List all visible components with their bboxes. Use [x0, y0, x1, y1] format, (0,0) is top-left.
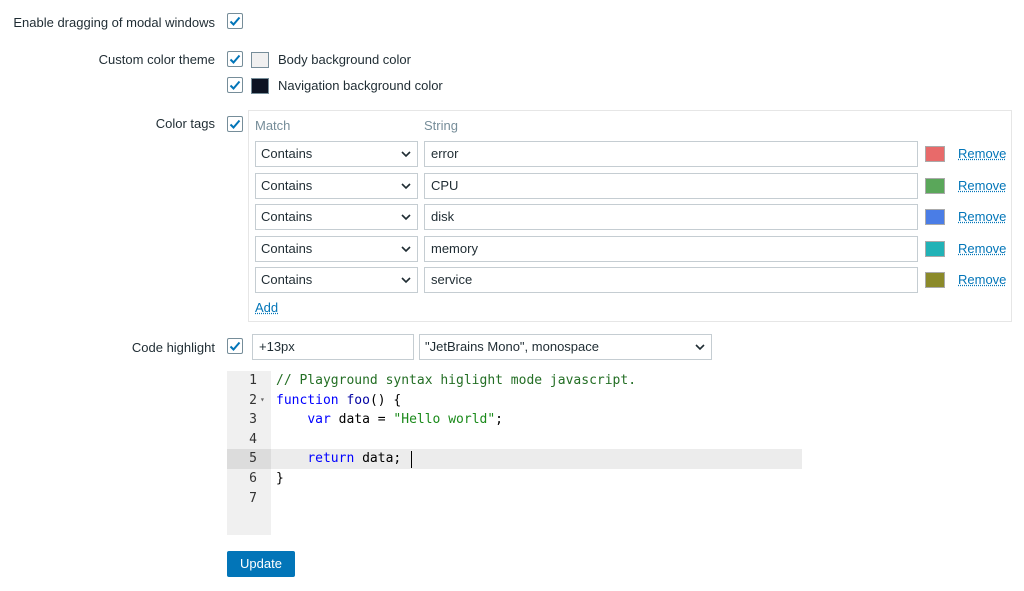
line-number: 7 [249, 490, 257, 506]
string-column-header: String [424, 118, 458, 133]
color-tags-label: Color tags [155, 116, 215, 131]
string-input-value: CPU [431, 178, 459, 193]
drag-modal-label: Enable dragging of modal windows [13, 15, 215, 30]
update-button[interactable]: Update [227, 551, 295, 577]
string-input-value: error [431, 146, 459, 161]
match-select-value: Contains [261, 241, 313, 256]
tag-color-swatch[interactable] [925, 178, 945, 194]
code-highlight-checkbox[interactable] [227, 338, 243, 354]
match-select-value: Contains [261, 272, 313, 287]
code-highlight-label: Code highlight [131, 340, 215, 355]
code-line: return data; [307, 451, 402, 467]
remove-link[interactable]: Remove [958, 209, 1006, 224]
remove-link[interactable]: Remove [958, 272, 1006, 287]
chevron-down-icon [401, 183, 411, 190]
line-number: 6 [249, 471, 257, 486]
tag-color-swatch[interactable] [925, 209, 945, 225]
match-column-header: Match [255, 118, 291, 133]
chevron-down-icon [401, 246, 411, 253]
remove-link[interactable]: Remove [958, 146, 1006, 161]
tag-color-swatch[interactable] [925, 241, 945, 257]
match-select[interactable]: Contains [255, 204, 418, 230]
nav-bg-swatch[interactable] [251, 78, 269, 94]
check-icon [229, 16, 241, 26]
chevron-down-icon [401, 151, 411, 158]
string-input[interactable]: disk [424, 204, 918, 230]
font-family-select[interactable]: "JetBrains Mono", monospace [419, 334, 712, 360]
font-size-value: +13px [259, 339, 295, 354]
line-number: 4 [249, 431, 257, 447]
custom-theme-checkbox[interactable] [227, 51, 243, 67]
check-icon [229, 341, 241, 351]
match-select[interactable]: Contains [255, 173, 418, 199]
line-number: 3 [249, 412, 257, 428]
match-select[interactable]: Contains [255, 267, 418, 293]
match-select[interactable]: Contains [255, 236, 418, 262]
body-bg-label: Body background color [278, 52, 411, 67]
string-input[interactable]: error [424, 141, 918, 167]
check-icon [229, 54, 241, 64]
font-family-value: "JetBrains Mono", monospace [425, 339, 599, 354]
custom-theme-label: Custom color theme [98, 52, 215, 67]
string-input-value: disk [431, 209, 455, 224]
remove-link[interactable]: Remove [958, 241, 1006, 256]
match-select-value: Contains [261, 146, 313, 161]
tag-color-swatch[interactable] [925, 272, 945, 288]
string-input[interactable]: CPU [424, 173, 918, 199]
nav-bg-checkbox[interactable] [227, 77, 243, 93]
font-size-input[interactable]: +13px [252, 334, 414, 360]
match-select-value: Contains [261, 209, 313, 224]
match-select-value: Contains [261, 178, 313, 193]
fold-arrow-icon[interactable]: ▾ [260, 395, 265, 404]
chevron-down-icon [401, 277, 411, 284]
code-line: } [276, 471, 284, 486]
string-input[interactable]: service [424, 267, 918, 293]
drag-modal-checkbox[interactable] [227, 13, 243, 29]
code-line: var data = "Hello world"; [307, 412, 503, 428]
nav-bg-label: Navigation background color [278, 78, 443, 93]
code-line: // Playground syntax higlight mode javas… [276, 373, 637, 388]
check-icon [229, 80, 241, 90]
add-tag-link[interactable]: Add [255, 300, 278, 315]
code-editor[interactable]: 1 2 ▾ 3 4 5 6 7 // Playground syntax hig… [227, 371, 802, 535]
string-input-value: memory [431, 241, 478, 256]
color-tags-checkbox[interactable] [227, 116, 243, 132]
body-bg-swatch[interactable] [251, 52, 269, 68]
tag-color-swatch[interactable] [925, 146, 945, 162]
check-icon [229, 119, 241, 129]
string-input[interactable]: memory [424, 236, 918, 262]
match-select[interactable]: Contains [255, 141, 418, 167]
text-cursor [411, 451, 412, 468]
chevron-down-icon [695, 344, 705, 351]
line-number: 5 [249, 451, 257, 467]
line-number: 1 [249, 373, 257, 388]
remove-link[interactable]: Remove [958, 178, 1006, 193]
code-line: function foo() { [276, 392, 402, 408]
line-number: 2 [249, 392, 257, 408]
chevron-down-icon [401, 214, 411, 221]
string-input-value: service [431, 272, 473, 287]
